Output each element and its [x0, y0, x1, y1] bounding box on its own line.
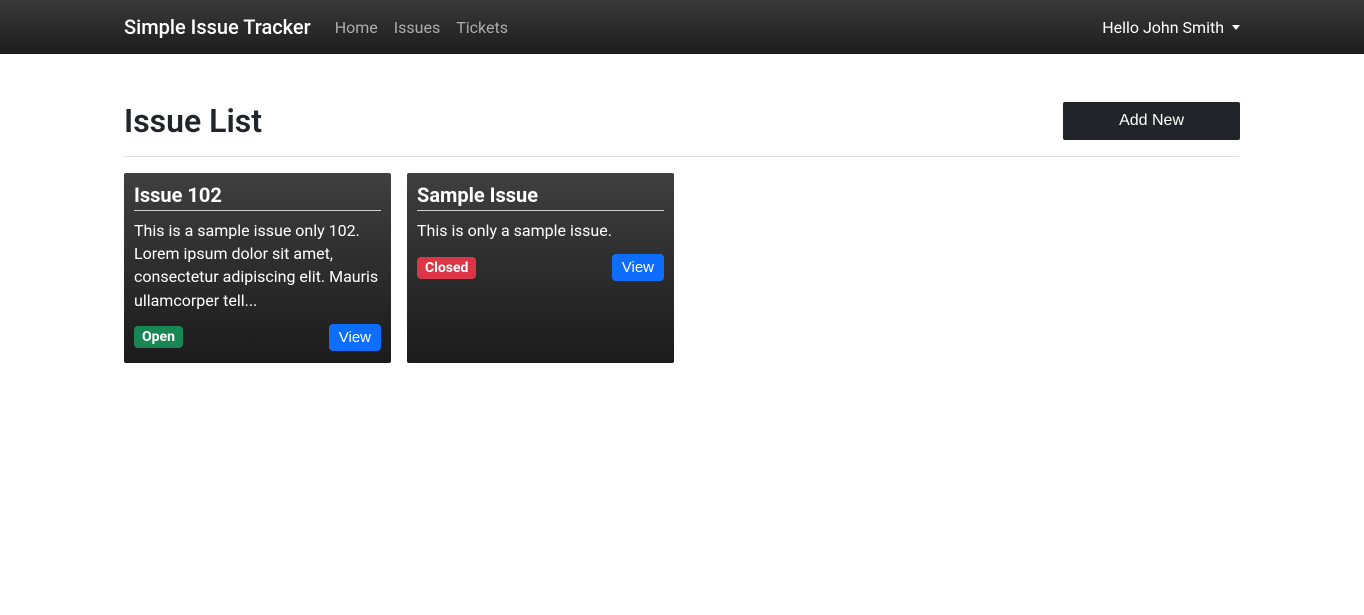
issue-title: Issue 102 — [134, 183, 381, 211]
brand-link[interactable]: Simple Issue Tracker — [124, 15, 311, 39]
issue-title: Sample Issue — [417, 183, 664, 211]
issue-description: This is a sample issue only 102. Lorem i… — [134, 219, 381, 312]
add-new-button[interactable]: Add New — [1063, 102, 1240, 140]
nav-link-home[interactable]: Home — [327, 10, 386, 45]
status-badge: Closed — [417, 257, 476, 279]
nav-links: Home Issues Tickets — [327, 10, 516, 45]
page-title: Issue List — [124, 102, 262, 140]
status-badge: Open — [134, 326, 183, 348]
navbar: Simple Issue Tracker Home Issues Tickets… — [0, 0, 1364, 54]
issue-card: Sample Issue This is only a sample issue… — [407, 173, 674, 363]
user-menu[interactable]: Hello John Smith — [1102, 18, 1240, 37]
issue-card: Issue 102 This is a sample issue only 10… — [124, 173, 391, 363]
user-greeting: Hello John Smith — [1102, 18, 1224, 37]
nav-link-issues[interactable]: Issues — [386, 10, 448, 45]
view-button[interactable]: View — [612, 254, 664, 281]
issue-description: This is only a sample issue. — [417, 219, 664, 242]
page-header: Issue List Add New — [124, 102, 1240, 157]
nav-link-tickets[interactable]: Tickets — [448, 10, 516, 45]
chevron-down-icon — [1232, 25, 1240, 30]
view-button[interactable]: View — [329, 324, 381, 351]
issue-card-list: Issue 102 This is a sample issue only 10… — [124, 173, 1240, 363]
